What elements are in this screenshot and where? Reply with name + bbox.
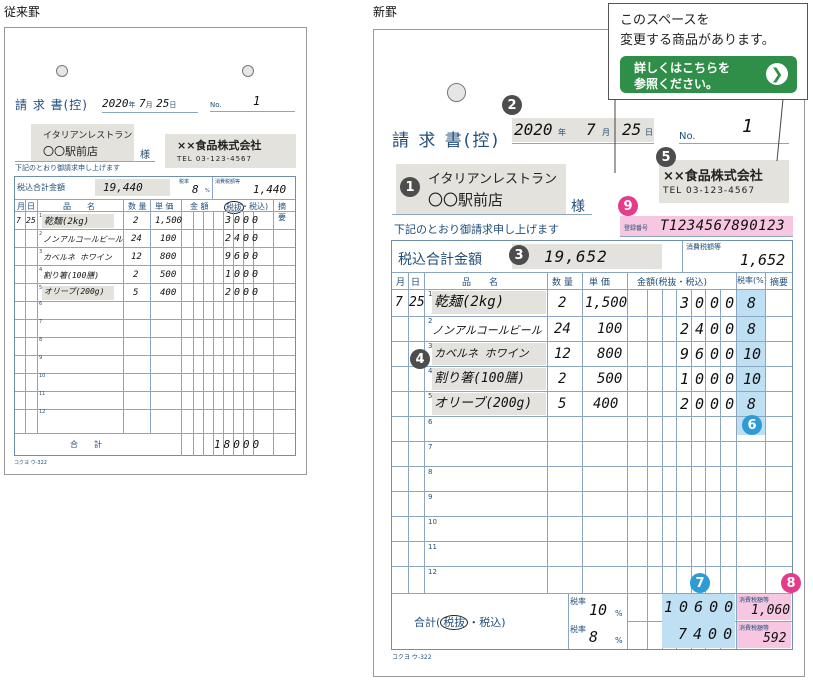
new-col-qty: 数 量 (552, 278, 573, 288)
table-row: 2 ノンアルコールビール 24 100 2400 (39, 231, 262, 244)
row-number: 9 (39, 355, 43, 361)
info-callout: このスペースを 変更する商品があります。 詳しくはこちらを 参照ください。 ❯ (608, 3, 808, 100)
tax-by-rate-box-2: 消費税額等 592 (737, 622, 791, 648)
marker-3: 3 (509, 245, 529, 265)
marker-2: 2 (502, 95, 522, 115)
new-table: 税込合計金額 19,652 消費税額等 1,652 月 日 品 名 数 量 単 … (391, 240, 793, 650)
punch-hole (56, 65, 68, 77)
sum-value-2: 7400 (678, 625, 739, 643)
rate-unit-2: % (615, 636, 623, 645)
marker-6: 6 (742, 415, 762, 435)
table-row: 5 オリーブ(200g) 5 400 2000 8 (428, 392, 757, 415)
row-number: 10 (39, 373, 46, 379)
callout-pointer-lines (614, 98, 784, 173)
old-invoice-sheet: 請 求 書(控) 2020年 7月 25日 No. 1 イタリアンレストラン 〇… (4, 27, 307, 475)
old-sum-value: 18000 (214, 438, 263, 451)
punch-hole (242, 65, 254, 77)
old-tax-rate-label: 税率 (179, 179, 190, 185)
row-number: 12 (428, 568, 437, 576)
new-footer: コクヨ ウ-322 (392, 654, 432, 661)
callout-line-1: このスペースを (620, 13, 710, 28)
table-row: 7 25 1 乾麺(2kg) 2 1,500 3000 (16, 213, 262, 228)
marker-9: 9 (618, 196, 638, 216)
old-note: 下記のとおり御請求申し上げます (15, 164, 120, 172)
new-tax-amount-value: 1,652 (740, 251, 786, 269)
new-col-taxrate: 税率(%) (737, 276, 767, 285)
row-number: 6 (428, 418, 433, 426)
table-row: 4 割り箸(100膳) 2 500 1000 (39, 267, 262, 280)
old-table: 税込合計金額 19,440 税率 8 % 消費税額等 1,440 月 日 品 名… (14, 176, 296, 456)
registration-number-box: 登録番号 T1234567890123 (620, 216, 793, 236)
new-col-day: 日 (411, 278, 421, 288)
new-note: 下記のとおり御請求申し上げます (394, 223, 559, 236)
details-link-button[interactable]: 詳しくはこちらを 参照ください。 ❯ (620, 56, 797, 93)
row-number: 12 (39, 409, 46, 415)
table-row: 7 25 1 乾麺(2kg) 2 1,500 3000 8 (395, 290, 757, 314)
new-col-amount: 金額(税抜・税込) (637, 278, 708, 288)
sum-value-1: 10600 (664, 598, 740, 616)
tax-by-rate-box-1: 消費税額等 1,060 (737, 594, 791, 620)
table-row: 3 カベルネ ホワイン 12 800 9600 10 (428, 342, 762, 365)
new-col-price: 単 価 (589, 278, 610, 288)
row-number: 8 (39, 337, 43, 343)
new-col-month: 月 (396, 278, 406, 288)
new-form-title: 新罫 (373, 5, 398, 19)
callout-line-2: 変更する商品があります。 (620, 33, 775, 48)
old-date: 2020年 7月 25日 (102, 97, 177, 110)
row-number: 10 (428, 518, 437, 526)
rate-label-1: 税率 (570, 597, 586, 606)
new-total-box: 19,652 (512, 244, 662, 269)
old-tax-rate-value: 8 (192, 183, 199, 196)
old-no-label: No. (210, 101, 222, 109)
rate-value-1: 10 (589, 601, 608, 619)
marker-8: 8 (781, 573, 801, 593)
registration-label: 登録番号 (624, 225, 649, 232)
old-sum-label: 合 計 (70, 440, 102, 449)
new-tax-amount-label: 消費税額等 (686, 243, 721, 251)
table-row: 3 カベルネ ホワイン 12 800 9600 (39, 249, 262, 262)
old-sama: 様 (140, 150, 150, 161)
row-number: 7 (428, 443, 433, 451)
table-row: 2 ノンアルコールビール 24 100 2400 8 (428, 317, 757, 338)
new-sum-label-group: 合計(税抜 ・税込) (414, 615, 506, 630)
new-customer-box: イタリアンレストラン 〇〇駅前店 (396, 164, 566, 214)
old-form-title: 従来罫 (4, 5, 41, 19)
punch-hole (447, 83, 466, 102)
row-number: 9 (428, 493, 433, 501)
row-number: 11 (39, 391, 46, 397)
rate-unit-1: % (615, 609, 623, 618)
old-customer-box: イタリアンレストラン 〇〇駅前店 (31, 124, 134, 162)
new-sama: 様 (571, 199, 585, 215)
new-col-item: 品 名 (462, 278, 499, 288)
circled-taxex: 税抜 (440, 615, 469, 630)
old-total-box: 19,440 (95, 179, 170, 196)
new-doc-title: 請 求 書(控) (392, 131, 501, 151)
table-row: 5 オリーブ(200g) 5 400 2000 (39, 285, 262, 300)
old-tax-amount-value: 1,440 (253, 183, 287, 196)
table-row: 4 割り箸(100膳) 2 500 1000 10 (428, 367, 762, 390)
old-doc-title: 請 求 書(控) (15, 98, 88, 112)
details-link-line-1: 詳しくはこちらを (634, 61, 731, 75)
old-no-value: 1 (253, 94, 261, 108)
registration-value: T1234567890123 (660, 218, 786, 234)
rate-label-2: 税率 (570, 625, 586, 634)
new-total-label: 税込合計金額 (398, 252, 482, 268)
marker-7: 7 (690, 573, 710, 593)
old-tax-rate-unit: % (205, 188, 210, 194)
chevron-right-icon[interactable]: ❯ (766, 63, 788, 85)
old-total-label: 税込合計金額 (17, 183, 65, 192)
row-number: 7 (39, 319, 43, 325)
old-tax-amount-label: 消費税額等 (215, 179, 241, 185)
row-number: 11 (428, 543, 437, 551)
details-link-line-2: 参照ください。 (634, 77, 719, 91)
row-number: 6 (39, 301, 43, 307)
marker-1: 1 (400, 177, 420, 197)
rate-value-2: 8 (589, 628, 599, 646)
row-number: 8 (428, 468, 433, 476)
new-col-note: 摘要 (770, 278, 789, 288)
old-company-box: ××食品株式会社 TEL 03-123-4567 (165, 134, 296, 168)
marker-4: 4 (410, 349, 430, 369)
old-footer: コクヨ ウ-322 (14, 460, 47, 466)
